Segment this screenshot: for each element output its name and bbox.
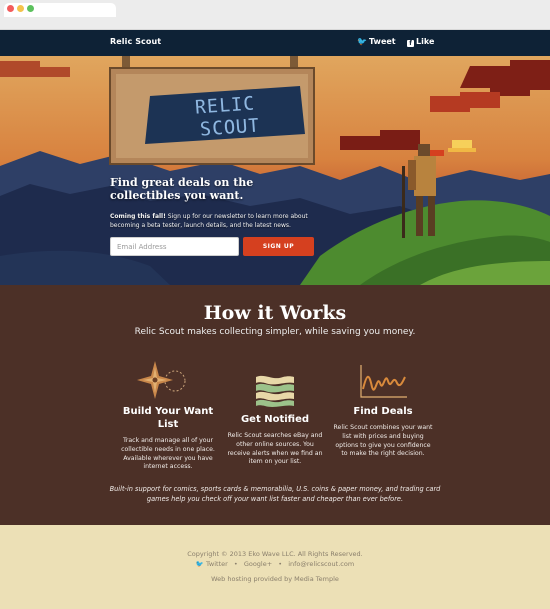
like-button[interactable]: f Like xyxy=(407,37,434,47)
email-input[interactable] xyxy=(110,237,239,256)
feature-get-notified: Get Notified Relic Scout searches eBay a… xyxy=(225,373,325,467)
hero-logo-scout: SCOUT xyxy=(199,113,261,141)
separator-dot: • xyxy=(233,560,238,568)
close-window-dot[interactable] xyxy=(7,5,14,12)
feature-title: Build Your Want List xyxy=(122,406,214,430)
coming-this-fall-label: Coming this fall! xyxy=(110,213,166,220)
twitter-icon: 🐦 xyxy=(195,560,204,568)
feature-description: Relic Scout combines your want list with… xyxy=(333,424,433,458)
compass-icon xyxy=(137,361,186,399)
feature-build-want-list: Build Your Want List Track and manage al… xyxy=(118,359,218,472)
facebook-icon: f xyxy=(407,40,414,47)
minimize-window-dot[interactable] xyxy=(17,5,24,12)
hosting-credit: Web hosting provided by Media Temple xyxy=(211,575,339,583)
chart-icon xyxy=(360,365,407,398)
feature-title: Find Deals xyxy=(353,406,413,417)
twitter-bird-icon: 🐦 xyxy=(357,37,367,46)
footer: Copyright © 2013 Eko Wave LLC. All Right… xyxy=(0,525,550,609)
brand-link[interactable]: Relic Scout xyxy=(110,37,161,46)
signup-button[interactable]: SIGN UP xyxy=(243,237,314,256)
feature-description: Track and manage all of your collectible… xyxy=(121,437,215,471)
supported-collectibles-note: Built-in support for comics, sports card… xyxy=(109,485,441,503)
footer-email-link[interactable]: info@relicscout.com xyxy=(288,560,354,568)
feature-description: Relic Scout searches eBay and other onli… xyxy=(227,432,323,466)
tweet-button[interactable]: 🐦 Tweet xyxy=(357,37,396,46)
hero-banner: RELIC SCOUT Find great deals on the coll… xyxy=(0,56,550,285)
separator-dot: • xyxy=(278,560,283,568)
browser-chrome xyxy=(0,0,550,30)
how-it-works-section: How it Works Relic Scout makes collectin… xyxy=(0,285,550,525)
footer-google-plus-link[interactable]: Google+ xyxy=(244,560,272,568)
how-it-works-title: How it Works xyxy=(203,302,347,324)
copyright-text: Copyright © 2013 Eko Wave LLC. All Right… xyxy=(187,550,363,558)
footer-twitter-link[interactable]: Twitter xyxy=(206,560,228,568)
how-it-works-subtitle: Relic Scout makes collecting simpler, wh… xyxy=(134,327,416,337)
top-navbar: Relic Scout 🐦 Tweet f Like xyxy=(0,30,550,56)
feature-title: Get Notified xyxy=(240,414,310,425)
flag-icon xyxy=(256,375,294,407)
feature-find-deals: Find Deals Relic Scout combines your wan… xyxy=(333,363,433,459)
hero-description: Coming this fall! Sign up for our newsle… xyxy=(110,212,320,230)
like-label: Like xyxy=(416,37,435,46)
tweet-label: Tweet xyxy=(368,37,396,46)
footer-links: 🐦 Twitter • Google+ • info@relicscout.co… xyxy=(0,560,550,568)
maximize-window-dot[interactable] xyxy=(27,5,34,12)
hero-headline: Find great deals on the collectibles you… xyxy=(110,176,254,202)
